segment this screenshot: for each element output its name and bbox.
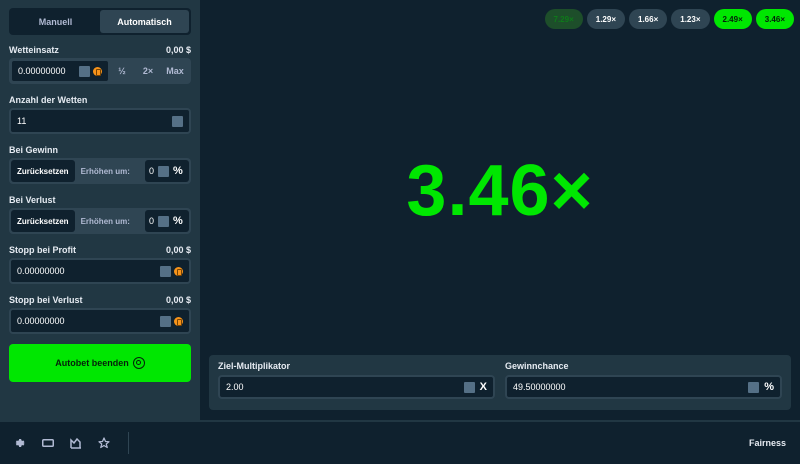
- on-win-segment: Zurücksetzen Erhöhen um: 0 %: [9, 158, 191, 184]
- stop-profit-group: Stopp bei Profit 0,00 $ 0.00000000: [9, 241, 191, 284]
- on-loss-input[interactable]: 0 %: [145, 210, 189, 232]
- result-history: 7.29× 1.29× 1.66× 1.23× 2.49× 3.46×: [544, 9, 794, 29]
- bitcoin-icon: [174, 316, 183, 326]
- checkbox-icon: [158, 215, 170, 227]
- bet-amount-fiat: 0,00 $: [165, 45, 191, 55]
- on-loss-segment: Zurücksetzen Erhöhen um: 0 %: [9, 208, 191, 234]
- mode-tabs: Manuell Automatisch: [9, 8, 191, 35]
- win-chance-value: 49.50000000: [513, 382, 566, 392]
- history-pill[interactable]: 1.29×: [586, 9, 625, 29]
- stop-loss-value: 0.00000000: [17, 316, 65, 326]
- stop-loss-label: Stopp bei Verlust: [9, 295, 83, 305]
- stop-loss-group: Stopp bei Verlust 0,00 $ 0.00000000: [9, 291, 191, 334]
- target-multiplier-group: Ziel-Multiplikator 2.00 X: [218, 361, 495, 404]
- stop-profit-fiat: 0,00 $: [165, 245, 191, 255]
- checkbox-icon: [160, 315, 171, 327]
- bet-amount-row: 0.00000000 ½ 2× Max: [9, 58, 191, 84]
- target-multiplier-input[interactable]: 2.00 X: [218, 375, 495, 399]
- percent-suffix: %: [764, 381, 774, 393]
- percent-sign: %: [173, 165, 183, 177]
- percent-sign: %: [173, 215, 183, 227]
- max-button[interactable]: Max: [161, 60, 189, 82]
- bet-sidebar: Manuell Automatisch Wetteinsatz 0,00 $ 0…: [0, 0, 200, 420]
- bet-amount-input[interactable]: 0.00000000: [11, 60, 109, 82]
- history-pill[interactable]: 2.49×: [713, 9, 752, 29]
- on-win-input[interactable]: 0 %: [145, 160, 189, 182]
- number-of-bets-input[interactable]: 11: [9, 108, 191, 134]
- on-loss-value: 0: [149, 216, 155, 226]
- win-chance-group: Gewinnchance 49.50000000 %: [505, 361, 782, 404]
- on-win-group: Bei Gewinn Zurücksetzen Erhöhen um: 0 %: [9, 141, 191, 184]
- infinity-toggle-icon[interactable]: [172, 115, 183, 127]
- on-win-value: 0: [149, 166, 155, 176]
- footer-bar: Fairness: [0, 420, 800, 464]
- game-area: 7.29× 1.29× 1.66× 1.23× 2.49× 3.46× 3.46…: [200, 0, 800, 420]
- target-multiplier-value: 2.00: [226, 382, 244, 392]
- double-button[interactable]: 2×: [135, 60, 161, 82]
- stop-loss-input[interactable]: 0.00000000: [9, 308, 191, 334]
- theater-icon[interactable]: [42, 437, 54, 449]
- star-icon[interactable]: [98, 437, 110, 449]
- on-loss-reset-button[interactable]: Zurücksetzen: [11, 210, 75, 232]
- checkbox-icon: [160, 265, 171, 277]
- history-pill[interactable]: 1.23×: [671, 9, 710, 29]
- gear-icon[interactable]: [14, 437, 26, 449]
- win-chance-label: Gewinnchance: [505, 361, 569, 371]
- number-of-bets-value: 11: [17, 116, 27, 126]
- result-multiplier: 3.46×: [406, 151, 594, 231]
- on-win-label: Bei Gewinn: [9, 145, 59, 155]
- checkbox-icon: [463, 381, 475, 393]
- history-pill[interactable]: 3.46×: [755, 9, 794, 29]
- target-icon: [132, 357, 145, 369]
- target-multiplier-label: Ziel-Multiplikator: [218, 361, 290, 371]
- bet-amount-label: Wetteinsatz: [9, 45, 59, 55]
- on-loss-increase-button[interactable]: Erhöhen um:: [75, 210, 136, 232]
- stop-profit-value: 0.00000000: [17, 266, 65, 276]
- history-pill[interactable]: 1.66×: [629, 9, 668, 29]
- autobet-stop-button[interactable]: Autobet beenden: [9, 344, 191, 382]
- number-of-bets-group: Anzahl der Wetten 11: [9, 91, 191, 134]
- stats-icon[interactable]: [70, 437, 82, 449]
- limbo-settings-panel: Ziel-Multiplikator 2.00 X Gewinnchance 4…: [209, 355, 791, 410]
- bitcoin-icon: [93, 66, 102, 76]
- checkbox-icon: [748, 381, 760, 393]
- win-chance-input[interactable]: 49.50000000 %: [505, 375, 782, 399]
- fairness-link[interactable]: Fairness: [749, 438, 786, 448]
- bitcoin-icon: [174, 266, 183, 276]
- stop-profit-label: Stopp bei Profit: [9, 245, 76, 255]
- tab-auto[interactable]: Automatisch: [100, 10, 189, 33]
- autobet-button-label: Autobet beenden: [55, 358, 129, 368]
- stop-profit-input[interactable]: 0.00000000: [9, 258, 191, 284]
- stop-loss-fiat: 0,00 $: [165, 295, 191, 305]
- half-button[interactable]: ½: [109, 60, 135, 82]
- on-win-increase-button[interactable]: Erhöhen um:: [75, 160, 136, 182]
- number-of-bets-label: Anzahl der Wetten: [9, 95, 88, 105]
- on-loss-label: Bei Verlust: [9, 195, 56, 205]
- footer-divider: [128, 432, 129, 454]
- history-pill[interactable]: 7.29×: [544, 9, 583, 29]
- bet-amount-group: Wetteinsatz 0,00 $ 0.00000000 ½ 2× Max: [9, 41, 191, 84]
- on-win-reset-button[interactable]: Zurücksetzen: [11, 160, 75, 182]
- bet-amount-value: 0.00000000: [18, 66, 66, 76]
- multiplier-suffix: X: [479, 381, 487, 393]
- tab-manual[interactable]: Manuell: [11, 10, 100, 33]
- checkbox-icon: [79, 65, 90, 77]
- on-loss-group: Bei Verlust Zurücksetzen Erhöhen um: 0 %: [9, 191, 191, 234]
- checkbox-icon: [158, 165, 170, 177]
